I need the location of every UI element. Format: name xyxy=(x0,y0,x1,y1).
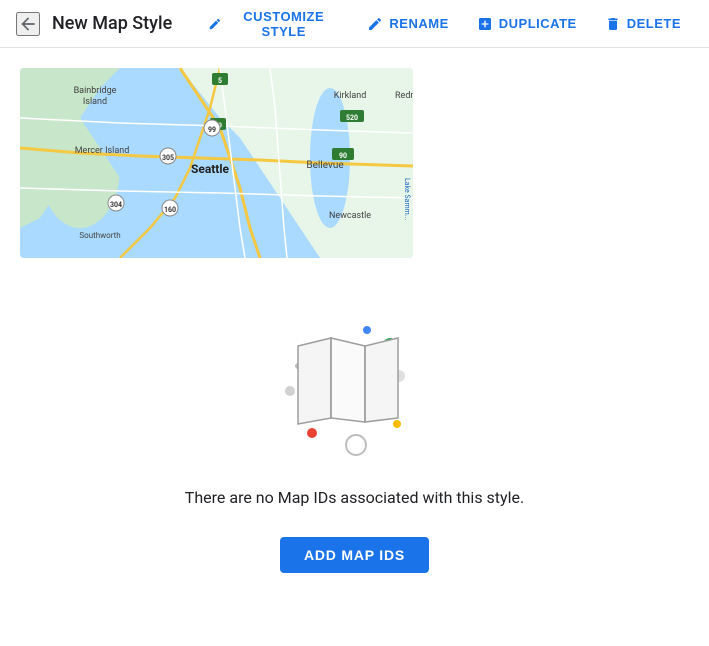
page-title: New Map Style xyxy=(52,13,172,34)
empty-state-message: There are no Map IDs associated with thi… xyxy=(185,488,524,507)
back-button[interactable] xyxy=(16,12,40,36)
svg-text:90: 90 xyxy=(339,152,347,160)
svg-text:Newcastle: Newcastle xyxy=(329,211,371,221)
delete-label: DELETE xyxy=(627,16,681,31)
arrow-left-icon xyxy=(18,14,38,34)
empty-state: There are no Map IDs associated with thi… xyxy=(20,288,689,603)
header-actions: CUSTOMIZE STYLE RENAME DUPLICATE DELETE xyxy=(196,3,693,45)
map-preview: 5 99 520 90 Seattle Bellevue Kirkland Re… xyxy=(20,68,413,258)
svg-text:520: 520 xyxy=(346,114,358,122)
folded-map-svg xyxy=(293,336,403,426)
main-content: 5 99 520 90 Seattle Bellevue Kirkland Re… xyxy=(0,48,709,623)
dot-blue xyxy=(363,326,371,334)
customize-style-button[interactable]: CUSTOMIZE STYLE xyxy=(196,3,351,45)
dot-gray-circle xyxy=(345,434,367,456)
map-illustration xyxy=(275,308,435,468)
svg-text:160: 160 xyxy=(164,206,176,214)
add-map-ids-button[interactable]: ADD MAP IDS xyxy=(280,537,429,573)
map-preview-svg: 5 99 520 90 Seattle Bellevue Kirkland Re… xyxy=(20,68,413,258)
copy-plus-icon xyxy=(477,16,493,32)
svg-text:Southworth: Southworth xyxy=(79,231,120,240)
svg-text:304: 304 xyxy=(110,201,122,209)
duplicate-button[interactable]: DUPLICATE xyxy=(465,10,589,38)
svg-text:Bainbridge: Bainbridge xyxy=(74,86,117,96)
edit-icon xyxy=(367,16,383,32)
svg-text:Seattle: Seattle xyxy=(191,162,230,176)
svg-text:Mercer Island: Mercer Island xyxy=(75,146,130,156)
delete-button[interactable]: DELETE xyxy=(593,10,693,38)
svg-text:305: 305 xyxy=(162,154,174,162)
pencil-icon xyxy=(208,16,222,32)
trash-icon xyxy=(605,16,621,32)
rename-label: RENAME xyxy=(389,16,448,31)
svg-text:Lake Samm...: Lake Samm... xyxy=(403,178,411,220)
svg-text:5: 5 xyxy=(218,77,222,85)
svg-text:Bellevue: Bellevue xyxy=(306,160,343,171)
rename-button[interactable]: RENAME xyxy=(355,10,460,38)
svg-text:Island: Island xyxy=(83,97,107,107)
dot-red xyxy=(307,428,317,438)
duplicate-label: DUPLICATE xyxy=(499,16,577,31)
customize-style-label: CUSTOMIZE STYLE xyxy=(228,9,339,39)
header: New Map Style CUSTOMIZE STYLE RENAME DUP… xyxy=(0,0,709,48)
svg-text:99: 99 xyxy=(208,126,216,134)
svg-text:Kirkland: Kirkland xyxy=(334,91,367,101)
svg-text:Redmond: Redmond xyxy=(395,91,413,101)
